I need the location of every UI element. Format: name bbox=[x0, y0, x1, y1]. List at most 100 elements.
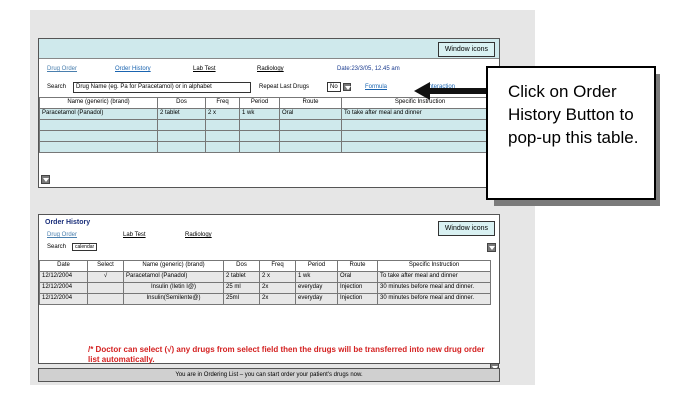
column-header: Freq bbox=[205, 97, 240, 109]
table-cell[interactable] bbox=[205, 119, 240, 131]
column-header: Select bbox=[87, 260, 124, 272]
status-bar: You are in Ordering List – you can start… bbox=[38, 368, 500, 382]
repeat-last-drugs-select[interactable]: No bbox=[327, 82, 341, 92]
table-cell[interactable] bbox=[341, 119, 499, 131]
table-cell: everyday bbox=[295, 282, 338, 294]
formula-link[interactable]: Formula bbox=[365, 84, 387, 90]
tab-order-history[interactable]: Order History bbox=[115, 66, 151, 72]
window-icons-button[interactable]: Window icons bbox=[437, 221, 495, 236]
table-cell: Oral bbox=[337, 271, 378, 283]
drug-search-input[interactable]: Drug Name (eg. Pa for Paracetamol) or in… bbox=[73, 82, 251, 93]
table-cell: 25 ml bbox=[223, 282, 260, 294]
table-cell[interactable] bbox=[205, 130, 240, 142]
column-header: Dos bbox=[223, 260, 260, 272]
tab-radiology[interactable]: Radiology bbox=[257, 66, 284, 72]
date-time: Date:23/3/05, 12.45 am bbox=[337, 66, 400, 72]
drug-order-titlebar: Window icons bbox=[39, 39, 499, 59]
table-cell: 2x bbox=[259, 282, 296, 294]
column-header: Name (generic) (brand) bbox=[123, 260, 224, 272]
column-header: Route bbox=[279, 97, 342, 109]
column-header: Specific Instruction bbox=[377, 260, 491, 272]
tab-lab-test[interactable]: Lab Test bbox=[123, 232, 146, 238]
drug-order-panel: Window icons Drug Order Order History La… bbox=[38, 38, 500, 188]
table-cell[interactable]: 2 tablet bbox=[157, 108, 206, 120]
arrow-left-icon bbox=[414, 82, 430, 100]
table-cell: 30 minutes before meal and dinner. bbox=[377, 282, 491, 294]
table-cell[interactable] bbox=[157, 141, 206, 153]
table-cell[interactable] bbox=[239, 119, 280, 131]
table-cell: Injection bbox=[337, 293, 378, 305]
column-header: Name (generic) (brand) bbox=[39, 97, 158, 109]
column-header: Dos bbox=[157, 97, 206, 109]
callout-text: Click on Order History Button to pop-up … bbox=[508, 82, 639, 147]
table-row[interactable]: 12/12/2004 Insulin (Iletin I@) 25 ml 2x … bbox=[39, 282, 491, 294]
table-cell: To take after meal and dinner bbox=[377, 271, 491, 283]
column-header: Period bbox=[239, 97, 280, 109]
table-cell[interactable] bbox=[39, 130, 158, 142]
table-cell: everyday bbox=[295, 293, 338, 305]
table-cell[interactable] bbox=[239, 141, 280, 153]
table-cell[interactable]: Paracetamol (Panadol) bbox=[39, 108, 158, 120]
table-cell: Insulin (Iletin I@) bbox=[123, 282, 224, 294]
tab-lab-test[interactable]: Lab Test bbox=[193, 66, 216, 72]
history-search-row: Search calendar bbox=[47, 243, 98, 251]
scroll-down-icon[interactable] bbox=[487, 243, 496, 252]
table-cell[interactable] bbox=[279, 141, 342, 153]
table-cell: 25ml bbox=[223, 293, 260, 305]
order-history-table: Date Select Name (generic) (brand) Dos F… bbox=[39, 260, 491, 305]
select-checkbox[interactable] bbox=[87, 293, 124, 305]
column-header: Route bbox=[337, 260, 378, 272]
table-cell[interactable]: 1 wk bbox=[239, 108, 280, 120]
table-cell[interactable] bbox=[279, 119, 342, 131]
table-cell: 30 minutes before meal and dinner. bbox=[377, 293, 491, 305]
callout-arrow bbox=[428, 88, 486, 94]
order-history-panel: Order History Window icons Drug Order La… bbox=[38, 214, 500, 364]
calendar-input[interactable]: calendar bbox=[72, 243, 98, 251]
column-header: Date bbox=[39, 260, 88, 272]
scroll-down-icon[interactable] bbox=[41, 175, 50, 184]
table-cell[interactable] bbox=[39, 119, 158, 131]
table-cell: Paracetamol (Panadol) bbox=[123, 271, 224, 283]
doctor-select-note: /* Doctor can select (√) any drugs from … bbox=[88, 345, 485, 364]
tab-drug-order[interactable]: Drug Order bbox=[47, 232, 77, 238]
table-cell: Injection bbox=[337, 282, 378, 294]
table-cell[interactable] bbox=[341, 130, 499, 142]
column-header: Freq bbox=[259, 260, 296, 272]
tab-drug-order[interactable]: Drug Order bbox=[47, 66, 77, 72]
column-header: Period bbox=[295, 260, 338, 272]
table-row[interactable]: 12/12/2004 √ Paracetamol (Panadol) 2 tab… bbox=[39, 271, 491, 283]
table-cell[interactable]: 2 x bbox=[205, 108, 240, 120]
table-cell[interactable]: To take after meal and dinner bbox=[341, 108, 499, 120]
table-cell: Insulin(Semilente@) bbox=[123, 293, 224, 305]
table-cell: 12/12/2004 bbox=[39, 293, 88, 305]
select-checkbox[interactable]: √ bbox=[87, 271, 124, 283]
table-cell[interactable] bbox=[39, 141, 158, 153]
drug-order-table: Name (generic) (brand) Dos Freq Period R… bbox=[39, 97, 499, 153]
table-cell[interactable] bbox=[239, 130, 280, 142]
table-row[interactable] bbox=[39, 141, 499, 153]
table-cell[interactable] bbox=[157, 130, 206, 142]
table-cell: 1 wk bbox=[295, 271, 338, 283]
table-cell: 12/12/2004 bbox=[39, 282, 88, 294]
table-cell[interactable]: Oral bbox=[279, 108, 342, 120]
chevron-down-icon[interactable] bbox=[343, 83, 351, 91]
order-history-title: Order History bbox=[45, 219, 91, 226]
table-cell: 12/12/2004 bbox=[39, 271, 88, 283]
search-label: Search bbox=[47, 84, 67, 90]
repeat-last-drugs-label: Repeat Last Drugs bbox=[259, 84, 310, 90]
table-row[interactable] bbox=[39, 119, 499, 131]
table-cell[interactable] bbox=[157, 119, 206, 131]
table-cell[interactable] bbox=[279, 130, 342, 142]
table-cell: 2 x bbox=[259, 271, 296, 283]
table-row[interactable] bbox=[39, 130, 499, 142]
table-cell: 2 tablet bbox=[223, 271, 260, 283]
window-icons-button[interactable]: Window icons bbox=[437, 42, 495, 57]
table-row[interactable]: 12/12/2004 Insulin(Semilente@) 25ml 2x e… bbox=[39, 293, 491, 305]
table-cell[interactable] bbox=[341, 141, 499, 153]
table-row[interactable]: Paracetamol (Panadol) 2 tablet 2 x 1 wk … bbox=[39, 108, 499, 120]
table-cell: 2x bbox=[259, 293, 296, 305]
search-label: Search bbox=[47, 244, 67, 250]
tab-radiology[interactable]: Radiology bbox=[185, 232, 212, 238]
table-cell[interactable] bbox=[205, 141, 240, 153]
select-checkbox[interactable] bbox=[87, 282, 124, 294]
